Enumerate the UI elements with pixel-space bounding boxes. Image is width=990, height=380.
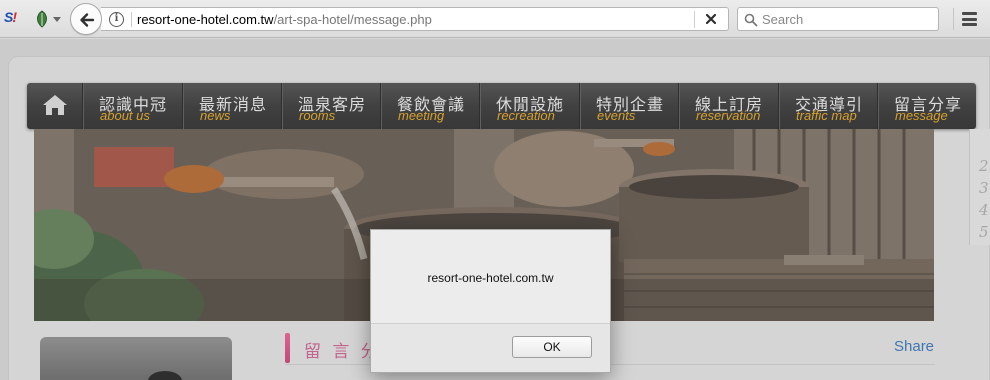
url-bar[interactable]: i resort-one-hotel.com.tw/art-spa-hotel/… [101,7,729,31]
url-separator [131,12,132,27]
addon-bang: ! [12,9,17,25]
site-info-icon[interactable]: i [109,12,124,27]
url-path: /art-spa-hotel/message.php [273,12,432,27]
back-arrow-icon [80,13,95,27]
alert-dialog: resort-one-hotel.com.tw OK [370,229,611,373]
addon-s-icon[interactable]: S! [4,9,26,29]
url-text[interactable]: resort-one-hotel.com.tw/art-spa-hotel/me… [137,12,432,27]
search-icon [744,13,758,27]
toolbar-divider [953,8,954,30]
search-box[interactable] [737,7,939,31]
ok-button[interactable]: OK [512,336,592,358]
stop-loading-icon[interactable] [701,9,721,29]
hamburger-menu-icon[interactable] [959,10,981,28]
alert-footer: OK [371,323,610,372]
url-domain: resort-one-hotel.com.tw [137,12,274,27]
search-input[interactable] [762,10,932,28]
url-bar-divider [694,11,695,28]
browser-toolbar: S! i resort-one-hotel.com.tw/art-spa-hot… [0,0,990,38]
back-button[interactable] [70,3,102,35]
alert-message: resort-one-hotel.com.tw [427,271,554,285]
leaf-addon-icon[interactable] [34,10,50,28]
addon-dropdown-caret-icon[interactable] [53,17,61,22]
